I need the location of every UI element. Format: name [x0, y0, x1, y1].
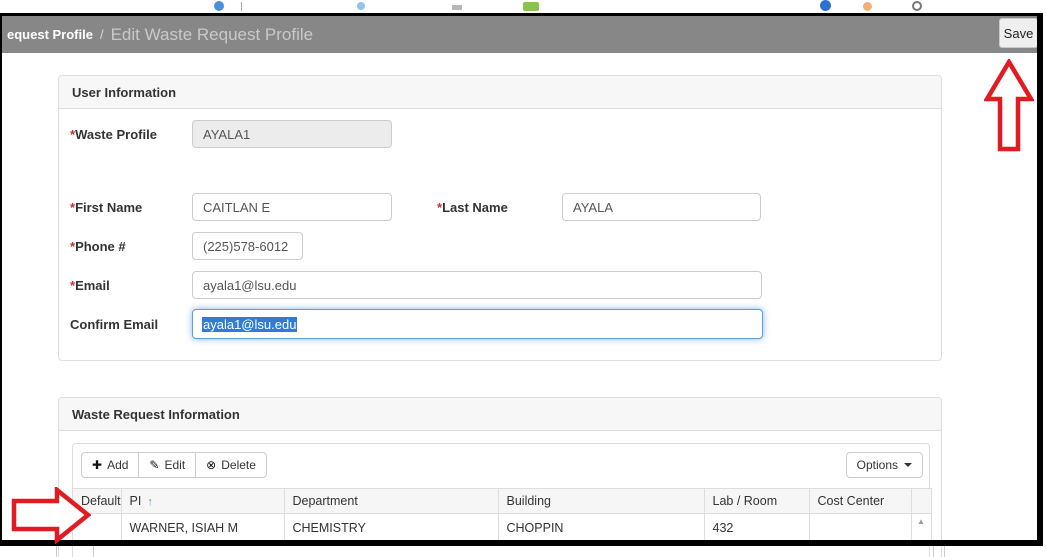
first-name-input[interactable] — [192, 193, 392, 221]
frame-left — [0, 13, 2, 546]
confirm-email-input[interactable]: ayala1@lsu.edu — [192, 309, 763, 339]
frame-top — [0, 13, 1043, 16]
page-edge-line — [56, 546, 57, 557]
breadcrumb-separator: / — [100, 27, 104, 42]
breadcrumb-parent[interactable]: equest Profile — [7, 27, 93, 42]
app-header-bar: equest Profile / Edit Waste Request Prof… — [2, 16, 1037, 53]
table-header-row: Default PI↑ Department Building Lab / Ro… — [73, 489, 931, 514]
bookmark-separator — [241, 2, 242, 11]
frame-right — [1037, 13, 1043, 546]
waste-profile-label: *Waste Profile — [70, 127, 157, 142]
col-header-department[interactable]: Department — [284, 489, 498, 514]
waste-request-table: Default PI↑ Department Building Lab / Ro… — [73, 488, 932, 542]
cell-department[interactable]: CHEMISTRY — [284, 514, 498, 542]
favicon-green-truck-icon[interactable] — [523, 2, 539, 11]
col-header-building[interactable]: Building — [498, 489, 704, 514]
page-edge-line — [933, 546, 934, 557]
waste-request-panel-title: Waste Request Information — [59, 398, 941, 431]
options-dropdown-button[interactable]: Options — [846, 452, 923, 478]
page-edge-line — [944, 546, 945, 557]
user-information-panel-title: User Information — [59, 76, 941, 109]
sort-ascending-icon: ↑ — [147, 496, 153, 508]
last-name-input[interactable] — [562, 193, 761, 221]
last-name-label: *Last Name — [437, 200, 508, 215]
circle-x-icon: ⊗ — [206, 458, 216, 472]
favicon-blue-circle-icon[interactable] — [214, 1, 224, 11]
cell-lab-room[interactable]: 432 — [704, 514, 809, 542]
annotation-up-arrow — [984, 59, 1034, 152]
grid-toolbar: ✚ Add ✎ Edit ⊗ Delete — [81, 452, 267, 478]
cell-building[interactable]: CHOPPIN — [498, 514, 704, 542]
selected-text: ayala1@lsu.edu — [202, 317, 297, 332]
page-edge-line — [93, 546, 94, 557]
email-label: *Email — [70, 278, 110, 293]
scrollbar-cell[interactable]: ▲ — [911, 514, 931, 542]
favicon-light-blue-circle-icon[interactable] — [357, 2, 365, 10]
favicon-facebook-icon[interactable] — [820, 0, 831, 11]
col-header-lab-room[interactable]: Lab / Room — [704, 489, 809, 514]
cell-cost-center[interactable] — [809, 514, 911, 542]
favicon-gray-glyph-icon[interactable] — [452, 5, 462, 10]
cell-pi[interactable]: WARNER, ISIAH M — [121, 514, 284, 542]
pencil-icon: ✎ — [149, 458, 159, 472]
first-name-label: *First Name — [70, 200, 142, 215]
col-header-cost-center[interactable]: Cost Center — [809, 489, 911, 514]
screenshot-root: equest Profile / Edit Waste Request Prof… — [0, 0, 1046, 557]
scrollbar-header-cell — [911, 489, 931, 514]
frame-bottom — [0, 540, 1043, 546]
table-row[interactable]: WARNER, ISIAH M CHEMISTRY CHOPPIN 432 ▲ — [73, 514, 931, 542]
chevron-down-icon — [904, 463, 912, 467]
plus-icon: ✚ — [92, 458, 102, 472]
page-title: Edit Waste Request Profile — [111, 25, 314, 45]
save-button[interactable]: Save — [999, 18, 1038, 48]
add-button[interactable]: ✚ Add — [81, 452, 139, 478]
phone-label: *Phone # — [70, 239, 126, 254]
delete-button[interactable]: ⊗ Delete — [196, 452, 267, 478]
favicon-gray-ring-icon[interactable] — [912, 1, 922, 11]
scroll-up-icon[interactable]: ▲ — [912, 517, 931, 527]
edit-button[interactable]: ✎ Edit — [139, 452, 196, 478]
email-input[interactable] — [192, 271, 762, 299]
favicon-orange-circle-icon[interactable] — [863, 2, 872, 11]
phone-input[interactable] — [192, 232, 303, 260]
confirm-email-label: Confirm Email — [70, 317, 158, 332]
annotation-right-arrow — [11, 487, 91, 544]
col-header-pi[interactable]: PI↑ — [121, 489, 284, 514]
waste-profile-input — [192, 120, 392, 148]
